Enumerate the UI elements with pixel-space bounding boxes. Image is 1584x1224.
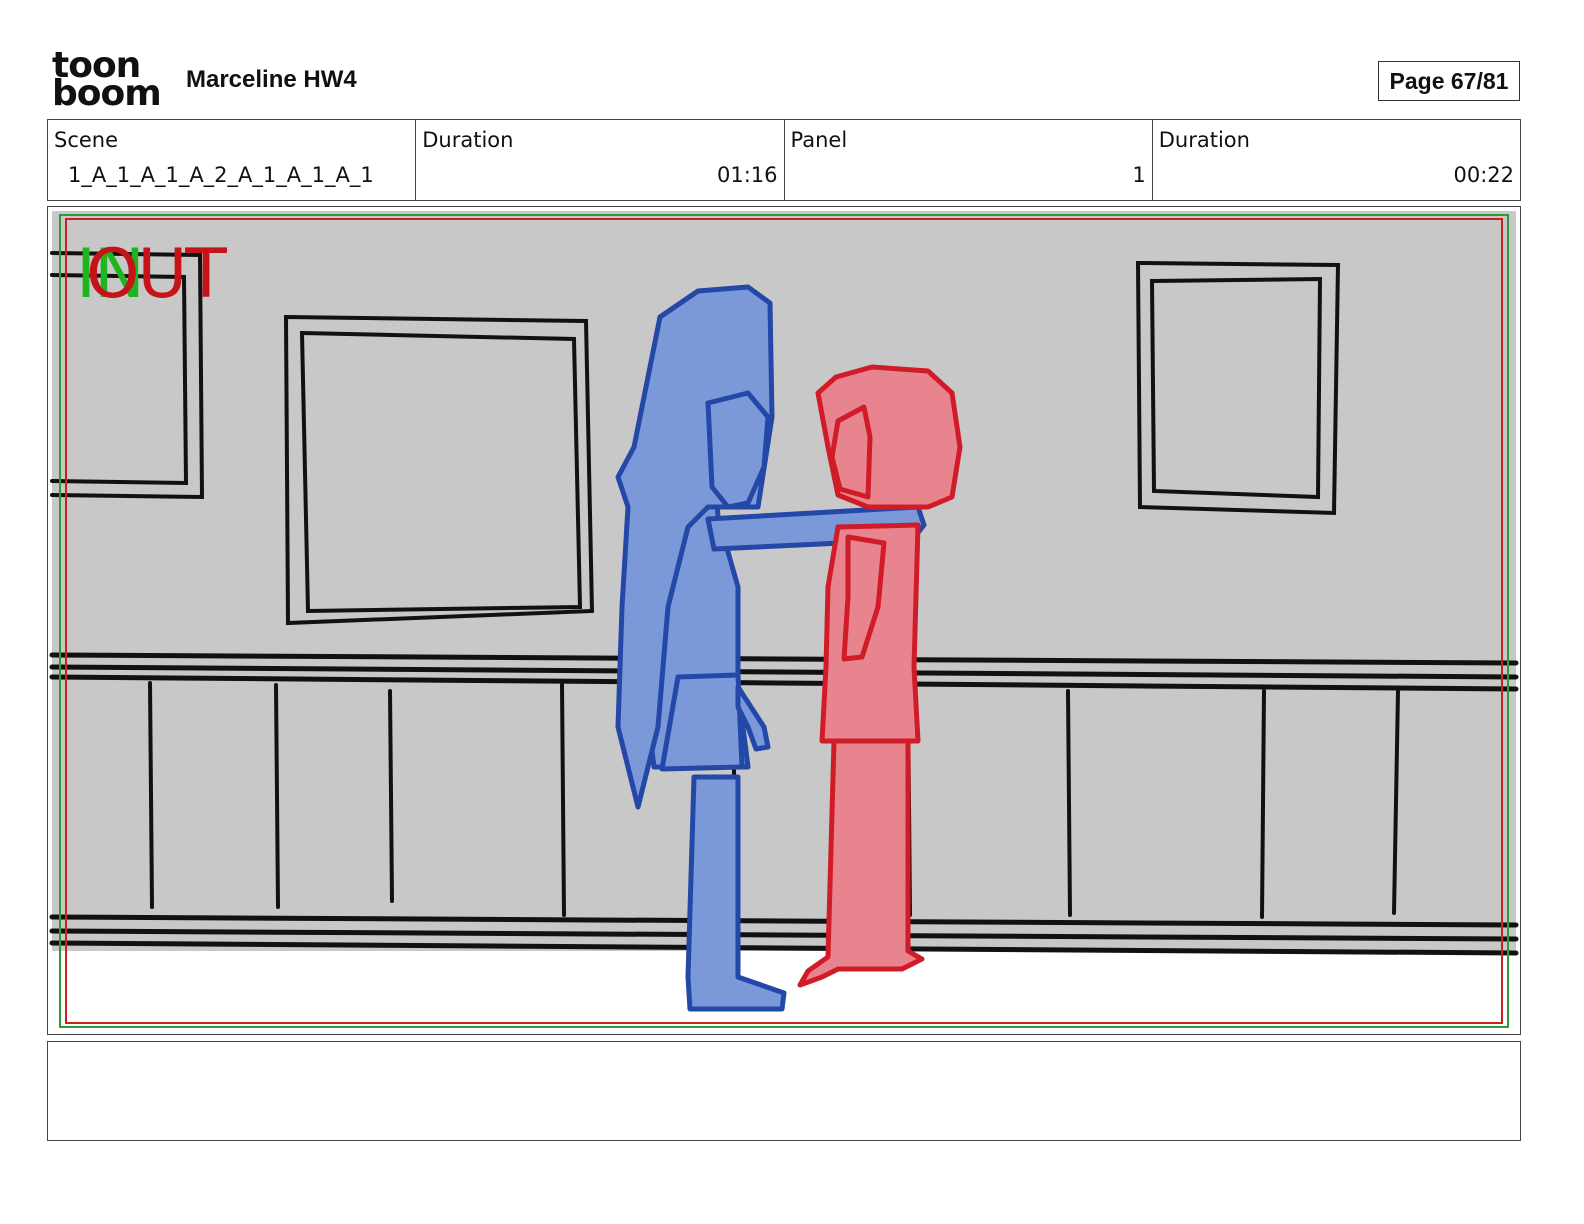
scene-cell: Scene 1_A_1_A_1_A_2_A_1_A_1_A_1	[48, 120, 417, 200]
panel-label: Panel	[790, 128, 848, 152]
panel-duration-label: Duration	[1158, 128, 1250, 152]
panel-notes-box[interactable]	[47, 1041, 1521, 1141]
blue-character-skirt	[659, 672, 745, 772]
floor	[52, 951, 1516, 1029]
panel-value: 1	[1132, 163, 1146, 187]
panel-duration-cell: Duration 00:22	[1153, 120, 1520, 200]
panel-duration-value: 00:22	[1453, 163, 1514, 187]
scene-duration-label: Duration	[422, 128, 514, 152]
page-indicator: Page 67/81	[1378, 61, 1520, 101]
scene-duration-value: 01:16	[716, 163, 778, 187]
scene-duration-cell: Duration 01:16	[416, 120, 785, 200]
panel-cell: Panel 1	[785, 120, 1153, 200]
scene-value: 1_A_1_A_1_A_2_A_1_A_1_A_1	[68, 163, 374, 187]
storyboard-panel: IN OUT	[47, 206, 1521, 1035]
wall-background	[52, 211, 1516, 951]
panel-artwork	[49, 211, 1519, 1029]
red-character-face	[829, 404, 873, 500]
logo-line-2: boom	[52, 73, 162, 114]
scene-label: Scene	[54, 128, 119, 152]
toon-boom-logo: toon boom	[52, 48, 164, 114]
out-marker: OUT	[86, 235, 227, 314]
scene-info-table: Scene 1_A_1_A_1_A_2_A_1_A_1_A_1 Duration…	[47, 119, 1521, 201]
document-title: Marceline HW4	[186, 66, 357, 93]
